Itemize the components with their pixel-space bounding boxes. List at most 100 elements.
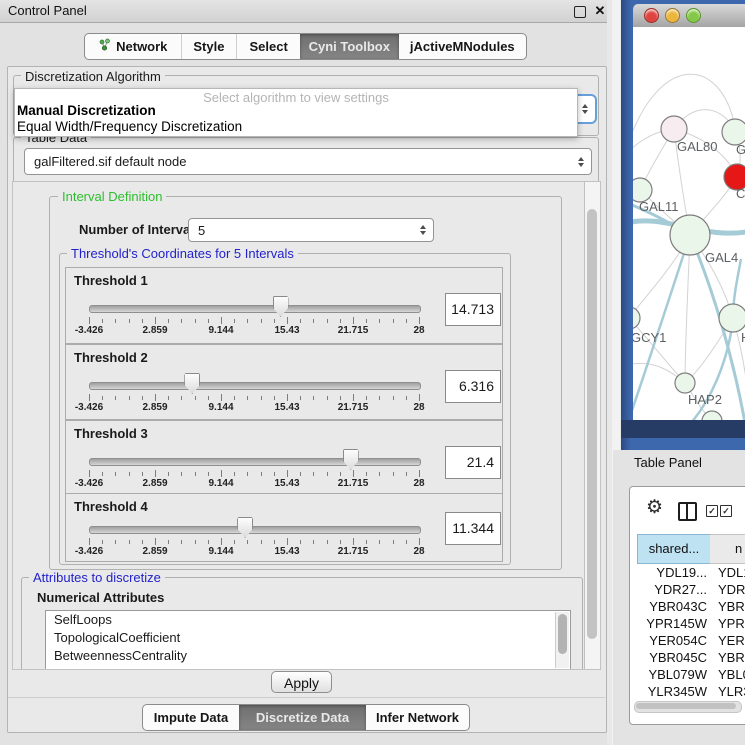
bottom-tab-bar: Impute Data Discretize Data Infer Networ… [142,704,470,731]
checkbox-icon[interactable]: ✓ [706,505,718,517]
threshold-value-field[interactable]: 21.4 [445,446,501,479]
slider-tick [195,319,196,323]
algorithm-dropdown: Select algorithm to view settings Manual… [14,88,578,137]
slider-tick-label: 28 [379,402,459,413]
slider-tick [406,396,407,400]
slider-tick [234,540,235,544]
slider-tick [340,472,341,476]
combo-arrows-icon [420,225,426,235]
minimize-traffic-light[interactable] [665,8,680,23]
column-header-shared[interactable]: shared... [637,534,711,564]
slider-tick [261,396,262,400]
slider-tick [366,472,367,476]
tab-select[interactable]: Select [236,34,300,59]
network-canvas[interactable]: GAL80GACGAL11GAL4GCY1HHAP2 [633,27,745,420]
table-row[interactable]: YPR145WYPR1 [631,615,745,632]
attribute-item[interactable]: TopologicalCoefficient [46,629,570,647]
slider-tick [181,396,182,400]
slider-tick [353,538,354,545]
network-node[interactable] [719,304,745,332]
slider-tick [393,319,394,323]
slider-tick [419,470,420,477]
tab-network[interactable]: Network [85,34,181,59]
slider-tick [102,540,103,544]
table-row[interactable]: YBR043CYBR0 [631,598,745,615]
slider-thumb[interactable] [273,296,289,317]
network-node[interactable] [633,307,640,329]
network-node-label: HAP2 [688,392,722,407]
tab-label: jActiveMNodules [410,34,515,59]
slider-tick [208,540,209,544]
slider-tick [340,396,341,400]
slider-tick [274,396,275,400]
table-row[interactable]: YBR045CYBR0 [631,649,745,666]
slider-track[interactable] [89,458,421,466]
combo-arrows-icon [578,157,584,167]
network-window-titlebar [633,4,745,28]
settings-vertical-scrollbar[interactable] [584,182,600,669]
network-node-label: GAL4 [705,250,738,265]
threshold-value-field[interactable]: 14.713 [445,293,501,326]
slider-tick [313,396,314,400]
zoom-traffic-light[interactable] [686,8,701,23]
num-intervals-combobox[interactable]: 5 [188,218,434,242]
slider-tick [287,470,288,477]
column-header-name[interactable]: n [710,534,745,564]
tab-label: Discretize Data [256,705,349,730]
table-data-combobox[interactable]: galFiltered.sif default node [24,148,592,175]
slider-tick [247,319,248,323]
slider-thumb[interactable] [237,517,253,538]
dropdown-option-manual[interactable]: Manual Discretization [17,103,156,119]
tab-discretize-data[interactable]: Discretize Data [239,705,366,730]
threshold-row: Threshold 4 -3.4262.8599.14415.4321.7152… [65,493,503,562]
threshold-label: Threshold 3 [74,426,148,441]
screen: Control Panel ✕ Network Style [0,0,745,745]
attribute-item[interactable]: BetweennessCentrality [46,647,570,665]
threshold-label: Threshold 4 [74,499,148,514]
slider-tick [181,319,182,323]
network-node[interactable] [675,373,695,393]
table-row[interactable]: YDL19...YDL1 [631,564,745,581]
table-row[interactable]: YLR345WYLR3 [631,683,745,699]
close-traffic-light[interactable] [644,8,659,23]
attribute-item[interactable]: SelfLoops [46,611,570,629]
slider-tick [247,472,248,476]
slider-tick [419,394,420,401]
slider-track[interactable] [89,305,421,313]
slider-tick [327,472,328,476]
columns-icon[interactable] [678,502,697,521]
tab-jactivemnodules[interactable]: jActiveMNodules [399,34,526,59]
table-horizontal-scrollbar[interactable] [634,701,742,713]
attributes-list-scrollbar[interactable] [555,612,569,668]
slider-tick [327,540,328,544]
slider-tick [89,394,90,401]
slider-tick [155,538,156,545]
slider-tick [195,540,196,544]
tab-impute-data[interactable]: Impute Data [143,705,239,730]
threshold-value-field[interactable]: 6.316 [445,370,501,403]
table-row[interactable]: YBL079WYBL0 [631,666,745,683]
apply-button[interactable]: Apply [271,671,332,693]
table-row[interactable]: YDR27...YDR2 [631,581,745,598]
gear-icon[interactable]: ⚙ [646,498,663,518]
slider-thumb[interactable] [184,373,200,394]
slider-track[interactable] [89,382,421,390]
tab-style[interactable]: Style [181,34,237,59]
slider-tick [208,396,209,400]
tab-infer-network[interactable]: Infer Network [366,705,469,730]
slider-tick [129,396,130,400]
slider-tick [181,540,182,544]
close-icon[interactable]: ✕ [592,3,608,19]
dropdown-option-equal-width[interactable]: Equal Width/Frequency Discretization [17,119,242,135]
network-node[interactable] [670,215,710,255]
float-icon[interactable] [574,6,586,18]
tab-cyni-toolbox[interactable]: Cyni Toolbox [300,34,399,59]
slider-tick [406,540,407,544]
table-row[interactable]: YER054CYER0 [631,632,745,649]
slider-tick [142,396,143,400]
slider-tick [313,319,314,323]
slider-track[interactable] [89,526,421,534]
checkbox-icon[interactable]: ✓ [720,505,732,517]
threshold-value-field[interactable]: 11.344 [445,512,501,545]
slider-thumb[interactable] [343,449,359,470]
